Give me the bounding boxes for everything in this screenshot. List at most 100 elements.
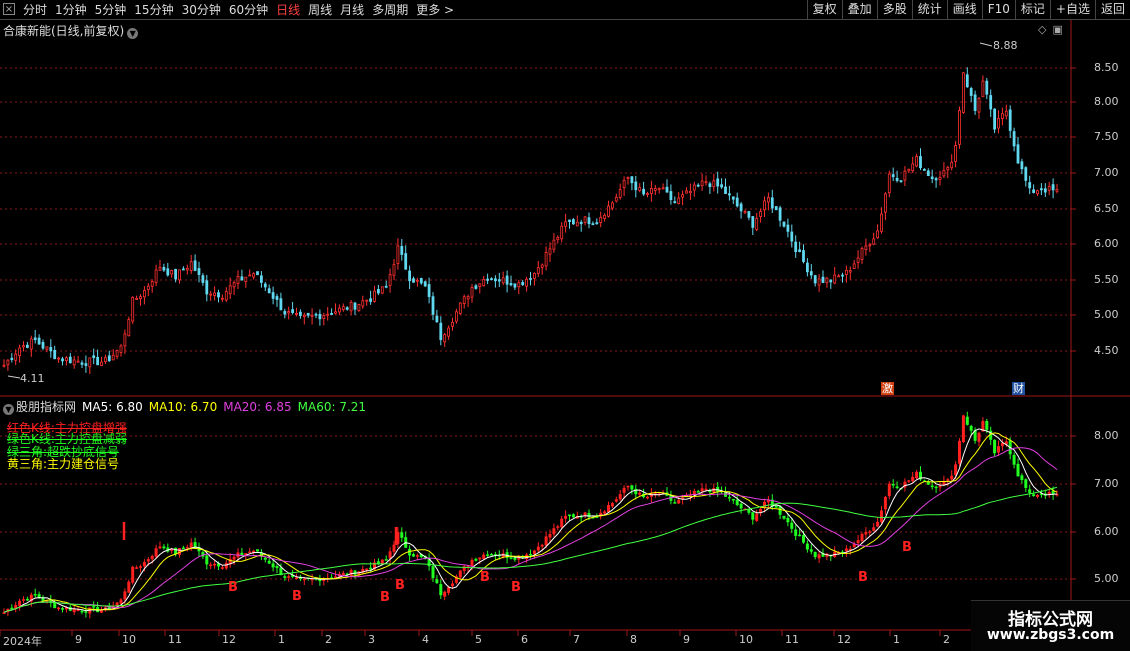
candle-body	[80, 362, 84, 365]
price-axis-tick: 7.50	[1094, 130, 1119, 143]
toolbar-button[interactable]: 返回	[1094, 0, 1130, 20]
period-tab[interactable]: 日线	[276, 2, 300, 18]
period-tab[interactable]: 30分钟	[182, 2, 221, 18]
toolbar-button[interactable]: 标记	[1014, 0, 1050, 20]
candle-body	[950, 161, 954, 169]
candle-body	[630, 176, 634, 184]
period-tab[interactable]: 月线	[340, 2, 364, 18]
indicator-candle-body	[100, 610, 103, 613]
indicator-candle-body	[146, 559, 150, 562]
candle-body	[474, 285, 478, 289]
toolbar-button[interactable]: F10	[981, 0, 1015, 20]
period-tab[interactable]: 60分钟	[229, 2, 268, 18]
period-tab[interactable]: 5分钟	[95, 2, 127, 18]
event-badge[interactable]: 激	[881, 382, 894, 395]
candle-body	[217, 292, 220, 298]
indicator-candle-body	[934, 486, 938, 489]
candle-body	[907, 168, 911, 172]
toolbar-button[interactable]: 叠加	[841, 0, 877, 20]
indicator-candle-body	[743, 508, 747, 511]
buy-signal-mark: B	[902, 540, 912, 555]
toolbar-button[interactable]: 多股	[876, 0, 912, 20]
indicator-candle-body	[501, 553, 505, 557]
candle-body	[774, 206, 778, 211]
candle-body	[400, 245, 404, 255]
candle-body	[341, 306, 345, 311]
candle-body	[314, 313, 318, 316]
chevron-down-icon[interactable]: ▼	[3, 404, 14, 415]
indicator-name[interactable]: 股朋指标网	[16, 400, 76, 414]
stock-title[interactable]: 合康新能(日线,前复权) ▼	[3, 22, 139, 39]
window-toggle-icon[interactable]: ▣	[1052, 23, 1062, 36]
candle-body	[96, 356, 99, 366]
indicator-candle-body	[298, 576, 302, 579]
indicator-candle-body	[236, 552, 240, 558]
indicator-candle-body	[447, 587, 451, 593]
candle-body	[337, 307, 341, 313]
candle-body	[544, 252, 548, 267]
indicator-candle-body	[661, 492, 665, 495]
indicator-candle-body	[969, 425, 973, 431]
candle-body	[10, 357, 14, 360]
candle-body	[536, 267, 540, 274]
period-tab[interactable]: 分时	[23, 2, 47, 18]
indicator-candle-body	[415, 555, 419, 557]
price-axis-tick: 6.00	[1094, 237, 1119, 250]
candle-body	[388, 274, 392, 286]
indicator-candle-body	[493, 554, 497, 556]
indicator-candle-body	[474, 558, 478, 561]
indicator-candle-body	[657, 493, 661, 495]
candle-body	[837, 275, 840, 278]
candle-body	[146, 285, 150, 291]
close-icon[interactable]: ×	[3, 3, 15, 15]
indicator-candle-body	[443, 591, 447, 597]
candle-body	[41, 342, 45, 349]
indicator-candle-body	[275, 566, 279, 569]
candle-body	[653, 188, 657, 191]
candle-body	[412, 278, 415, 283]
candle-body	[533, 272, 536, 279]
candle-body	[107, 355, 111, 362]
indicator-candle-body	[497, 554, 501, 557]
toolbar-button[interactable]: 画线	[946, 0, 982, 20]
candle-body	[739, 203, 743, 212]
candle-body	[806, 262, 809, 273]
candle-body	[1047, 186, 1051, 191]
indicator-candle-body	[142, 562, 146, 567]
toolbar-button[interactable]: 复权	[806, 0, 842, 20]
candle-body	[529, 278, 532, 280]
period-tab[interactable]: 15分钟	[134, 2, 173, 18]
x-axis-month: 2	[943, 633, 950, 646]
period-tab[interactable]: 更多 >	[416, 2, 454, 18]
indicator-candle-body	[139, 566, 142, 568]
candle-body	[763, 200, 766, 211]
event-badge[interactable]: 财	[1012, 382, 1025, 395]
indicator-candle-body	[841, 551, 844, 554]
indicator-candle-body	[903, 481, 907, 488]
toolbar-button[interactable]: 统计	[911, 0, 947, 20]
indicator-candle-body	[373, 562, 376, 570]
indicator-candle-body	[1036, 494, 1039, 497]
indicator-axis-tick: 5.00	[1094, 572, 1119, 585]
candle-body	[170, 270, 174, 275]
indicator-candle-body	[170, 548, 174, 551]
period-tab[interactable]: 1分钟	[55, 2, 87, 18]
period-tab[interactable]: 多周期	[372, 2, 408, 18]
candle-body	[263, 283, 267, 288]
indicator-candle-body	[911, 476, 915, 482]
candle-body	[887, 173, 891, 194]
candle-body	[790, 231, 794, 242]
candle-body	[825, 277, 829, 284]
period-tab[interactable]: 周线	[308, 2, 332, 18]
indicator-candle-body	[53, 602, 57, 609]
chevron-down-icon[interactable]: ▼	[127, 28, 139, 39]
diamond-icon[interactable]: ◇	[1038, 23, 1046, 36]
candle-body	[751, 216, 755, 228]
candle-body	[560, 225, 564, 240]
candle-body	[841, 274, 844, 277]
candle-body	[271, 292, 275, 299]
indicator-candle-body	[1039, 493, 1043, 495]
indicator-candle-body	[677, 499, 681, 504]
toolbar-button[interactable]: +自选	[1049, 0, 1095, 20]
kline-chart[interactable]	[0, 0, 1130, 650]
